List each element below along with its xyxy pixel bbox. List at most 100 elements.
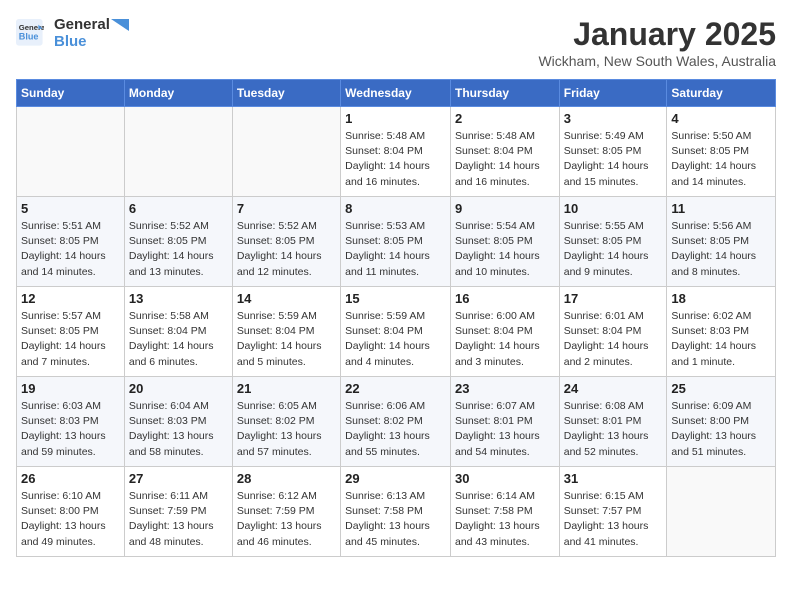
day-info: Sunrise: 6:00 AM Sunset: 8:04 PM Dayligh… [455, 309, 555, 370]
page-header: General Blue General Blue January 2025 W… [16, 16, 776, 69]
calendar-cell: 11 Sunrise: 5:56 AM Sunset: 8:05 PM Dayli… [667, 197, 776, 287]
logo-text: General [54, 16, 130, 33]
weekday-header-sunday: Sunday [17, 80, 125, 107]
logo: General Blue General Blue [16, 16, 130, 50]
calendar-cell: 10 Sunrise: 5:55 AM Sunset: 8:05 PM Dayli… [559, 197, 667, 287]
day-number: 10 [564, 201, 663, 216]
weekday-header-saturday: Saturday [667, 80, 776, 107]
calendar-cell: 7 Sunrise: 5:52 AM Sunset: 8:05 PM Daylig… [232, 197, 340, 287]
calendar-week-row: 26Sunrise: 6:10 AM Sunset: 8:00 PM Dayli… [17, 467, 776, 557]
calendar-cell: 24 Sunrise: 6:08 AM Sunset: 8:01 PM Dayli… [559, 377, 667, 467]
day-info: Sunrise: 5:54 AM Sunset: 8:05 PM Dayligh… [455, 219, 555, 280]
day-number: 11 [671, 201, 771, 216]
calendar-cell: 27Sunrise: 6:11 AM Sunset: 7:59 PM Dayli… [124, 467, 232, 557]
day-number: 3 [564, 111, 663, 126]
calendar-cell: 29 Sunrise: 6:13 AM Sunset: 7:58 PM Dayli… [341, 467, 451, 557]
weekday-header-monday: Monday [124, 80, 232, 107]
day-number: 24 [564, 381, 663, 396]
day-number: 29 [345, 471, 446, 486]
calendar-cell: 5 Sunrise: 5:51 AM Sunset: 8:05 PM Daylig… [17, 197, 125, 287]
day-info: Sunrise: 5:53 AM Sunset: 8:05 PM Dayligh… [345, 219, 446, 280]
logo-icon: General Blue [16, 19, 44, 47]
calendar-cell: 16 Sunrise: 6:00 AM Sunset: 8:04 PM Dayli… [450, 287, 559, 377]
calendar-cell: 17Sunrise: 6:01 AM Sunset: 8:04 PM Dayli… [559, 287, 667, 377]
day-info: Sunrise: 6:14 AM Sunset: 7:58 PM Dayligh… [455, 489, 555, 550]
day-info: Sunrise: 6:01 AM Sunset: 8:04 PM Dayligh… [564, 309, 663, 370]
calendar-cell: 15 Sunrise: 5:59 AM Sunset: 8:04 PM Dayli… [341, 287, 451, 377]
calendar-cell: 19 Sunrise: 6:03 AM Sunset: 8:03 PM Dayli… [17, 377, 125, 467]
weekday-header-row: SundayMondayTuesdayWednesdayThursdayFrid… [17, 80, 776, 107]
calendar-cell: 9 Sunrise: 5:54 AM Sunset: 8:05 PM Daylig… [450, 197, 559, 287]
day-info: Sunrise: 5:51 AM Sunset: 8:05 PM Dayligh… [21, 219, 120, 280]
day-info: Sunrise: 5:49 AM Sunset: 8:05 PM Dayligh… [564, 129, 663, 190]
calendar-cell: 4Sunrise: 5:50 AM Sunset: 8:05 PM Daylig… [667, 107, 776, 197]
day-number: 26 [21, 471, 120, 486]
calendar-cell [124, 107, 232, 197]
day-number: 9 [455, 201, 555, 216]
day-number: 1 [345, 111, 446, 126]
day-number: 19 [21, 381, 120, 396]
day-number: 21 [237, 381, 336, 396]
day-info: Sunrise: 5:52 AM Sunset: 8:05 PM Dayligh… [129, 219, 228, 280]
calendar-cell: 3 Sunrise: 5:49 AM Sunset: 8:05 PM Daylig… [559, 107, 667, 197]
calendar-cell: 8Sunrise: 5:53 AM Sunset: 8:05 PM Daylig… [341, 197, 451, 287]
calendar-week-row: 1 Sunrise: 5:48 AM Sunset: 8:04 PM Daylig… [17, 107, 776, 197]
day-info: Sunrise: 6:03 AM Sunset: 8:03 PM Dayligh… [21, 399, 120, 460]
calendar-cell: 30 Sunrise: 6:14 AM Sunset: 7:58 PM Dayli… [450, 467, 559, 557]
calendar-cell: 28Sunrise: 6:12 AM Sunset: 7:59 PM Dayli… [232, 467, 340, 557]
day-info: Sunrise: 5:52 AM Sunset: 8:05 PM Dayligh… [237, 219, 336, 280]
day-info: Sunrise: 6:04 AM Sunset: 8:03 PM Dayligh… [129, 399, 228, 460]
day-info: Sunrise: 6:07 AM Sunset: 8:01 PM Dayligh… [455, 399, 555, 460]
logo-blue: Blue [54, 33, 130, 50]
day-info: Sunrise: 6:02 AM Sunset: 8:03 PM Dayligh… [671, 309, 771, 370]
calendar-cell: 18 Sunrise: 6:02 AM Sunset: 8:03 PM Dayli… [667, 287, 776, 377]
day-number: 12 [21, 291, 120, 306]
day-info: Sunrise: 5:48 AM Sunset: 8:04 PM Dayligh… [345, 129, 446, 190]
day-number: 6 [129, 201, 228, 216]
day-number: 18 [671, 291, 771, 306]
weekday-header-friday: Friday [559, 80, 667, 107]
day-number: 28 [237, 471, 336, 486]
calendar-cell: 2Sunrise: 5:48 AM Sunset: 8:04 PM Daylig… [450, 107, 559, 197]
day-number: 20 [129, 381, 228, 396]
day-number: 25 [671, 381, 771, 396]
day-number: 15 [345, 291, 446, 306]
day-info: Sunrise: 5:59 AM Sunset: 8:04 PM Dayligh… [345, 309, 446, 370]
month-title: January 2025 [538, 16, 776, 53]
calendar-cell [232, 107, 340, 197]
calendar-week-row: 19 Sunrise: 6:03 AM Sunset: 8:03 PM Dayli… [17, 377, 776, 467]
calendar-cell: 25 Sunrise: 6:09 AM Sunset: 8:00 PM Dayli… [667, 377, 776, 467]
day-number: 16 [455, 291, 555, 306]
day-number: 23 [455, 381, 555, 396]
calendar-cell: 1 Sunrise: 5:48 AM Sunset: 8:04 PM Daylig… [341, 107, 451, 197]
title-block: January 2025 Wickham, New South Wales, A… [538, 16, 776, 69]
day-number: 7 [237, 201, 336, 216]
day-number: 14 [237, 291, 336, 306]
calendar-cell: 26Sunrise: 6:10 AM Sunset: 8:00 PM Dayli… [17, 467, 125, 557]
calendar-cell: 13Sunrise: 5:58 AM Sunset: 8:04 PM Dayli… [124, 287, 232, 377]
calendar-week-row: 12 Sunrise: 5:57 AM Sunset: 8:05 PM Dayli… [17, 287, 776, 377]
day-info: Sunrise: 5:55 AM Sunset: 8:05 PM Dayligh… [564, 219, 663, 280]
day-info: Sunrise: 5:58 AM Sunset: 8:04 PM Dayligh… [129, 309, 228, 370]
svg-text:Blue: Blue [19, 31, 39, 41]
calendar-cell: 12 Sunrise: 5:57 AM Sunset: 8:05 PM Dayli… [17, 287, 125, 377]
day-info: Sunrise: 5:57 AM Sunset: 8:05 PM Dayligh… [21, 309, 120, 370]
day-number: 30 [455, 471, 555, 486]
day-info: Sunrise: 6:08 AM Sunset: 8:01 PM Dayligh… [564, 399, 663, 460]
calendar-week-row: 5 Sunrise: 5:51 AM Sunset: 8:05 PM Daylig… [17, 197, 776, 287]
calendar-cell: 6 Sunrise: 5:52 AM Sunset: 8:05 PM Daylig… [124, 197, 232, 287]
calendar-cell: 31Sunrise: 6:15 AM Sunset: 7:57 PM Dayli… [559, 467, 667, 557]
day-number: 22 [345, 381, 446, 396]
day-info: Sunrise: 6:13 AM Sunset: 7:58 PM Dayligh… [345, 489, 446, 550]
calendar-cell [667, 467, 776, 557]
day-info: Sunrise: 5:56 AM Sunset: 8:05 PM Dayligh… [671, 219, 771, 280]
day-number: 5 [21, 201, 120, 216]
calendar-cell [17, 107, 125, 197]
day-info: Sunrise: 6:05 AM Sunset: 8:02 PM Dayligh… [237, 399, 336, 460]
day-info: Sunrise: 5:48 AM Sunset: 8:04 PM Dayligh… [455, 129, 555, 190]
day-number: 27 [129, 471, 228, 486]
calendar-cell: 23 Sunrise: 6:07 AM Sunset: 8:01 PM Dayli… [450, 377, 559, 467]
day-info: Sunrise: 6:15 AM Sunset: 7:57 PM Dayligh… [564, 489, 663, 550]
calendar-cell: 21 Sunrise: 6:05 AM Sunset: 8:02 PM Dayli… [232, 377, 340, 467]
day-info: Sunrise: 6:09 AM Sunset: 8:00 PM Dayligh… [671, 399, 771, 460]
